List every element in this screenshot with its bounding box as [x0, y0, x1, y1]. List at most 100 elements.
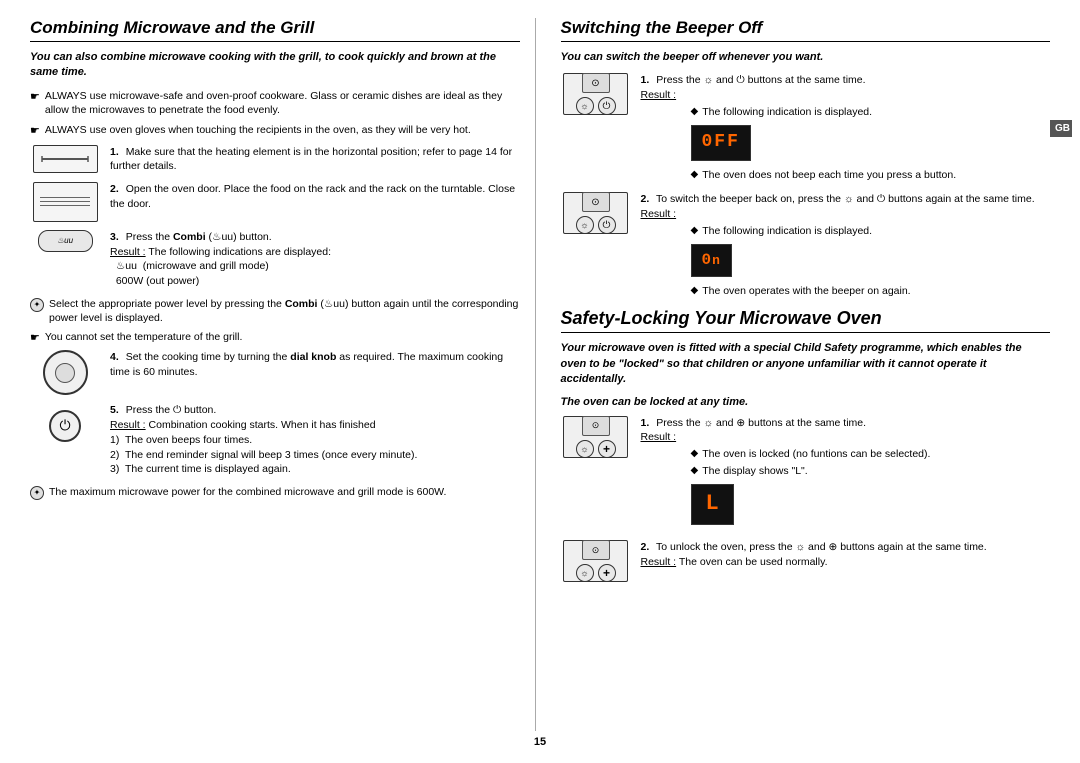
panel-lock-1: ⊙ ☼ + [563, 416, 628, 458]
safety-section: Safety-Locking Your Microwave Oven Your … [561, 308, 1051, 582]
note-1-text: Select the appropriate power level by pr… [49, 297, 520, 326]
diamond-2: ◆ [691, 168, 699, 182]
safety-subtitle: Your microwave oven is fitted with a spe… [561, 341, 1051, 387]
step-5-content: 5. Press the ⏻ button. Result : Combinat… [110, 403, 520, 476]
step-4-content: 4. Set the cooking time by turning the d… [110, 350, 520, 379]
beeper-step-1-num: 1. [641, 74, 650, 86]
result-5-text: Combination cooking starts. When it has … [110, 419, 417, 475]
beeper-step-1: ⊙ ☼ ⏻ 1. Press the ☼ and ⏻ buttons at th… [561, 73, 1051, 184]
step-5-image: ⏻ [30, 403, 100, 448]
step-2-content: 2. Open the oven door. Place the food on… [110, 182, 520, 211]
combi-label: ♨uu [57, 236, 73, 245]
step-2-block: 2. Open the oven door. Place the food on… [30, 182, 520, 222]
step-5-block: ⏻ 5. Press the ⏻ button. Result : Combin… [30, 403, 520, 476]
step-1-block: 1. Make sure that the heating element is… [30, 145, 520, 174]
beeper2-btn-sun: ☼ [576, 216, 594, 234]
note-2: ☛ You cannot set the temperature of the … [30, 330, 520, 346]
step-2-text: Open the oven door. Place the food on th… [110, 183, 515, 210]
result-l2-label: Result : [641, 556, 677, 568]
beeper-btn-power: ⏻ [598, 97, 616, 115]
arrow-icon-1: ☛ [30, 90, 40, 105]
page-container: GB Combining Microwave and the Grill You… [0, 0, 1080, 763]
note-1: ✦ Select the appropriate power level by … [30, 297, 520, 326]
rack-line-1 [40, 197, 90, 198]
diamond-5: ◆ [691, 447, 699, 461]
arrow-icon-3: ☛ [30, 331, 40, 346]
two-columns: Combining Microwave and the Grill You ca… [30, 18, 1050, 731]
step-4-num: 4. [110, 351, 119, 363]
beeper-step-1-image: ⊙ ☼ ⏻ [561, 73, 631, 115]
lock-btn-sun: ☼ [576, 440, 594, 458]
step-1-content: 1. Make sure that the heating element is… [110, 145, 520, 174]
dial-knob-icon [43, 350, 88, 395]
step-3-num: 3. [110, 231, 119, 243]
step-3-text: Press the Combi (♨uu) button. [126, 231, 272, 243]
mini-display-4: ⊙ [582, 540, 610, 560]
result-b1-line2: ◆ The oven does not beep each time you p… [691, 168, 1051, 183]
start-btn-icon: ⏻ [43, 403, 88, 448]
step-4-image [30, 350, 100, 395]
step-2-image [30, 182, 100, 222]
left-subtitle: You can also combine microwave cooking w… [30, 50, 520, 81]
panel-beeper-2: ⊙ ☼ ⏻ [563, 192, 628, 234]
rack-line-3 [40, 205, 90, 206]
page-number: 15 [30, 731, 1050, 753]
beeper-section-title: Switching the Beeper Off [561, 18, 1051, 42]
bullet-1-text: ALWAYS use microwave-safe and oven-proof… [45, 89, 520, 118]
rack-line-2 [40, 201, 90, 202]
lock-step-1: ⊙ ☼ + 1. Press the ☼ and ⊕ buttons at th… [561, 416, 1051, 533]
beeper-step-2-content: 2. To switch the beeper back on, press t… [641, 192, 1051, 300]
lock-step-2-text: To unlock the oven, press the ☼ and ⊕ bu… [656, 541, 987, 553]
result-l2-text: The oven can be used normally. [679, 556, 828, 568]
diamond-1: ◆ [691, 105, 699, 119]
result-b2-line2: ◆ The oven operates with the beeper on a… [691, 284, 1051, 299]
heating-element-svg [40, 152, 90, 166]
lock-step-1-image: ⊙ ☼ + [561, 416, 631, 458]
diamond-6: ◆ [691, 464, 699, 478]
left-section-title: Combining Microwave and the Grill [30, 18, 520, 42]
lock-step-2-content: 2. To unlock the oven, press the ☼ and ⊕… [641, 540, 1051, 569]
beeper-step-2-num: 2. [641, 193, 650, 205]
lock-btn-plus: + [598, 440, 616, 458]
note-2-text: You cannot set the temperature of the gr… [45, 330, 243, 345]
beeper-subtitle: You can switch the beeper off whenever y… [561, 50, 1051, 65]
step-5-num: 5. [110, 404, 119, 416]
footnote-icon: ✦ [30, 486, 44, 500]
dial-inner [55, 363, 75, 383]
start-circle: ⏻ [49, 410, 81, 442]
result-5-label: Result : [110, 419, 146, 431]
display-on: 0n [691, 244, 732, 276]
beeper2-btn-power: ⏻ [598, 216, 616, 234]
step-1-text: Make sure that the heating element is in… [110, 146, 512, 173]
step-1-num: 1. [110, 146, 119, 158]
mini-display-3: ⊙ [582, 416, 610, 436]
bullet-2-text: ALWAYS use oven gloves when touching the… [45, 123, 471, 138]
bullet-1: ☛ ALWAYS use microwave-safe and oven-pro… [30, 89, 520, 118]
step-3-image: ♨uu [30, 230, 100, 252]
lock-step-2-image: ⊙ ☼ + [561, 540, 631, 582]
gb-badge: GB [1050, 120, 1072, 137]
mini-display-2: ⊙ [582, 192, 610, 212]
step-5-text: Press the ⏻ button. [126, 404, 217, 416]
diamond-4: ◆ [691, 284, 699, 298]
bullet-2: ☛ ALWAYS use oven gloves when touching t… [30, 123, 520, 139]
lock-step-2-num: 2. [641, 541, 650, 553]
lock2-btn-sun: ☼ [576, 564, 594, 582]
beeper-step-2-image: ⊙ ☼ ⏻ [561, 192, 631, 234]
step-4-text: Set the cooking time by turning the dial… [110, 351, 503, 378]
note-icon-1: ✦ [30, 298, 44, 312]
result-l1-line1: ◆ The oven is locked (no funtions can be… [691, 447, 1051, 462]
mini-display: ⊙ [582, 73, 610, 93]
lock-step-2: ⊙ ☼ + 2. To unlock the oven, press the ☼… [561, 540, 1051, 582]
step-2-num: 2. [110, 183, 119, 195]
oven-flat-icon [33, 145, 98, 173]
beeper-step-1-content: 1. Press the ☼ and ⏻ buttons at the same… [641, 73, 1051, 184]
display-off: 0FF [691, 125, 751, 160]
beeper-step-2: ⊙ ☼ ⏻ 2. To switch the beeper back on, p… [561, 192, 1051, 300]
result-l1-line2: ◆ The display shows "L". [691, 464, 1051, 479]
footnote: ✦ The maximum microwave power for the co… [30, 485, 520, 500]
beeper-step-1-text: Press the ☼ and ⏻ buttons at the same ti… [656, 74, 865, 86]
step-3-block: ♨uu 3. Press the Combi (♨uu) button. Res… [30, 230, 520, 289]
display-L: L [691, 484, 734, 525]
lock-step-1-num: 1. [641, 417, 650, 429]
